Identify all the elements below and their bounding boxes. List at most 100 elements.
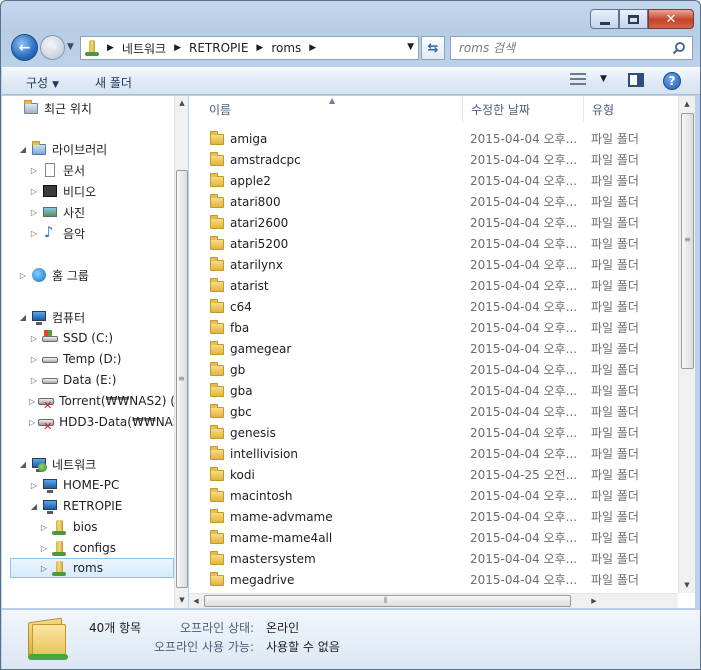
- scroll-left-icon[interactable]: ◀: [189, 594, 203, 608]
- search-box[interactable]: [450, 36, 693, 60]
- sidebar-item-retropie[interactable]: ◢ RETROPIE: [29, 496, 122, 516]
- sidebar-item-music[interactable]: ▷ ♪ 음악: [29, 223, 85, 243]
- table-row[interactable]: genesis 2015-04-04 오후... 파일 폴더: [189, 422, 679, 443]
- table-row[interactable]: kodi 2015-04-25 오전... 파일 폴더: [189, 464, 679, 485]
- file-name: intellivision: [230, 446, 298, 461]
- breadcrumb-network[interactable]: 네트워크: [122, 40, 166, 57]
- table-row[interactable]: intellivision 2015-04-04 오후... 파일 폴더: [189, 443, 679, 464]
- table-row[interactable]: mastersystem 2015-04-04 오후... 파일 폴더: [189, 548, 679, 569]
- table-row[interactable]: c64 2015-04-04 오후... 파일 폴더: [189, 296, 679, 317]
- table-row[interactable]: atarilynx 2015-04-04 오후... 파일 폴더: [189, 254, 679, 275]
- table-row[interactable]: mame-mame4all 2015-04-04 오후... 파일 폴더: [189, 527, 679, 548]
- sidebar-item-recent-places[interactable]: 최근 위치: [20, 98, 92, 118]
- navigation-pane-scrollbar[interactable]: ▲ ≡ ▼: [174, 96, 188, 608]
- change-view-button[interactable]: ▼: [570, 73, 607, 85]
- table-row[interactable]: gbc 2015-04-04 오후... 파일 폴더: [189, 401, 679, 422]
- table-row[interactable]: atari2600 2015-04-04 오후... 파일 폴더: [189, 212, 679, 233]
- expand-arrow-icon[interactable]: ▷: [29, 166, 39, 175]
- minimize-button[interactable]: [590, 9, 619, 29]
- sidebar-item-drive-y[interactable]: ▷ ✕ Torrent(₩₩NAS2) (Y:: [29, 391, 174, 411]
- scroll-down-icon[interactable]: ▼: [175, 593, 189, 607]
- preview-pane-button[interactable]: [628, 73, 644, 87]
- sidebar-item-computer[interactable]: ◢ 컴퓨터: [18, 307, 85, 327]
- expand-arrow-icon[interactable]: ▷: [29, 418, 35, 427]
- breadcrumb-chevron-icon[interactable]: ▶: [174, 43, 181, 53]
- expand-arrow-icon[interactable]: ▷: [18, 271, 28, 280]
- expand-arrow-icon[interactable]: ▷: [29, 355, 39, 364]
- breadcrumb-retropie[interactable]: RETROPIE: [189, 41, 248, 55]
- breadcrumb-roms[interactable]: roms: [271, 41, 301, 55]
- sidebar-item-hdd3-data[interactable]: ▷ ✕ HDD3-Data(₩₩NAS2: [29, 412, 174, 432]
- table-row[interactable]: atari800 2015-04-04 오후... 파일 폴더: [189, 191, 679, 212]
- address-dropdown-icon[interactable]: ▼: [407, 42, 414, 52]
- history-dropdown-icon[interactable]: ▼: [67, 42, 74, 52]
- column-header-type[interactable]: 유형: [584, 96, 678, 122]
- close-button[interactable]: ✕: [648, 9, 694, 29]
- column-header-date[interactable]: 수정한 날짜: [463, 96, 584, 122]
- expand-arrow-icon[interactable]: ◢: [18, 145, 28, 154]
- sidebar-item-pictures[interactable]: ▷ 사진: [29, 202, 85, 222]
- expand-arrow-icon[interactable]: ◢: [29, 502, 39, 511]
- expand-arrow-icon[interactable]: ▷: [39, 544, 49, 553]
- sidebar-item-bios[interactable]: ▷ bios: [39, 517, 98, 537]
- breadcrumb-chevron-icon[interactable]: ▶: [256, 43, 263, 53]
- scroll-up-icon[interactable]: ▲: [680, 97, 694, 111]
- forward-button[interactable]: →: [40, 35, 65, 60]
- expand-arrow-icon[interactable]: ◢: [18, 460, 28, 469]
- sidebar-item-network[interactable]: ◢ 네트워크: [18, 454, 96, 474]
- expand-arrow-icon[interactable]: ▷: [39, 564, 49, 573]
- search-icon[interactable]: [672, 41, 686, 55]
- breadcrumb-chevron-icon[interactable]: ▶: [107, 43, 114, 53]
- scroll-down-icon[interactable]: ▼: [680, 578, 694, 592]
- table-row[interactable]: fba 2015-04-04 오후... 파일 폴더: [189, 317, 679, 338]
- table-row[interactable]: gamegear 2015-04-04 오후... 파일 폴더: [189, 338, 679, 359]
- back-button[interactable]: ←: [11, 34, 38, 61]
- file-name-cell: megadrive: [209, 571, 294, 588]
- scroll-right-icon[interactable]: ▶: [587, 594, 601, 608]
- table-row[interactable]: apple2 2015-04-04 오후... 파일 폴더: [189, 170, 679, 191]
- sidebar-item-drive-c[interactable]: ▷ SSD (C:): [29, 328, 113, 348]
- file-list-horizontal-scrollbar[interactable]: ◀ ⦀ ▶: [189, 593, 678, 608]
- expand-arrow-icon[interactable]: ▷: [29, 229, 39, 238]
- sidebar-item-home-pc[interactable]: ▷ HOME-PC: [29, 475, 119, 495]
- sidebar-item-homegroup[interactable]: ▷ 홈 그룹: [18, 265, 89, 285]
- chevron-down-icon[interactable]: ▼: [600, 74, 607, 84]
- table-row[interactable]: gba 2015-04-04 오후... 파일 폴더: [189, 380, 679, 401]
- sidebar-item-libraries[interactable]: ◢ 라이브러리: [18, 139, 107, 159]
- sidebar-item-configs[interactable]: ▷ configs: [39, 538, 116, 558]
- search-input[interactable]: [459, 41, 659, 55]
- expand-arrow-icon[interactable]: ▷: [29, 334, 39, 343]
- table-row[interactable]: mame-advmame 2015-04-04 오후... 파일 폴더: [189, 506, 679, 527]
- expand-arrow-icon[interactable]: ▷: [29, 376, 39, 385]
- help-button[interactable]: ?: [663, 72, 681, 90]
- expand-arrow-icon[interactable]: ▷: [29, 397, 35, 406]
- sidebar-item-drive-d[interactable]: ▷ Temp (D:): [29, 349, 122, 369]
- sidebar-item-roms[interactable]: ▷ roms: [10, 558, 174, 578]
- table-row[interactable]: gb 2015-04-04 오후... 파일 폴더: [189, 359, 679, 380]
- file-list-vertical-scrollbar[interactable]: ▲ ≡ ▼: [678, 96, 695, 593]
- table-row[interactable]: atari5200 2015-04-04 오후... 파일 폴더: [189, 233, 679, 254]
- refresh-button[interactable]: ⇆: [421, 36, 445, 60]
- scroll-up-icon[interactable]: ▲: [175, 96, 189, 110]
- breadcrumb-chevron-icon[interactable]: ▶: [309, 43, 316, 53]
- sidebar-item-drive-e[interactable]: ▷ Data (E:): [29, 370, 117, 390]
- table-row[interactable]: atarist 2015-04-04 오후... 파일 폴더: [189, 275, 679, 296]
- organize-button[interactable]: 구성 ▼: [26, 74, 59, 91]
- file-type: 파일 폴더: [591, 279, 639, 293]
- sidebar-item-label: 비디오: [63, 184, 97, 199]
- table-row[interactable]: amstradcpc 2015-04-04 오후... 파일 폴더: [189, 149, 679, 170]
- date-modified: 2015-04-04 오후...: [470, 552, 578, 566]
- expand-arrow-icon[interactable]: ▷: [39, 523, 49, 532]
- expand-arrow-icon[interactable]: ▷: [29, 187, 39, 196]
- table-row[interactable]: macintosh 2015-04-04 오후... 파일 폴더: [189, 485, 679, 506]
- sidebar-item-documents[interactable]: ▷ 문서: [29, 160, 85, 180]
- table-row[interactable]: megadrive 2015-04-04 오후... 파일 폴더: [189, 569, 679, 590]
- new-folder-button[interactable]: 새 폴더: [95, 74, 132, 91]
- maximize-button[interactable]: [619, 9, 648, 29]
- sidebar-item-videos[interactable]: ▷ 비디오: [29, 181, 96, 201]
- table-row[interactable]: amiga 2015-04-04 오후... 파일 폴더: [189, 128, 679, 149]
- address-bar[interactable]: ▶ 네트워크 ▶ RETROPIE ▶ roms ▶ ▼: [80, 36, 419, 60]
- expand-arrow-icon[interactable]: ◢: [18, 313, 28, 322]
- expand-arrow-icon[interactable]: ▷: [29, 208, 39, 217]
- expand-arrow-icon[interactable]: ▷: [29, 481, 39, 490]
